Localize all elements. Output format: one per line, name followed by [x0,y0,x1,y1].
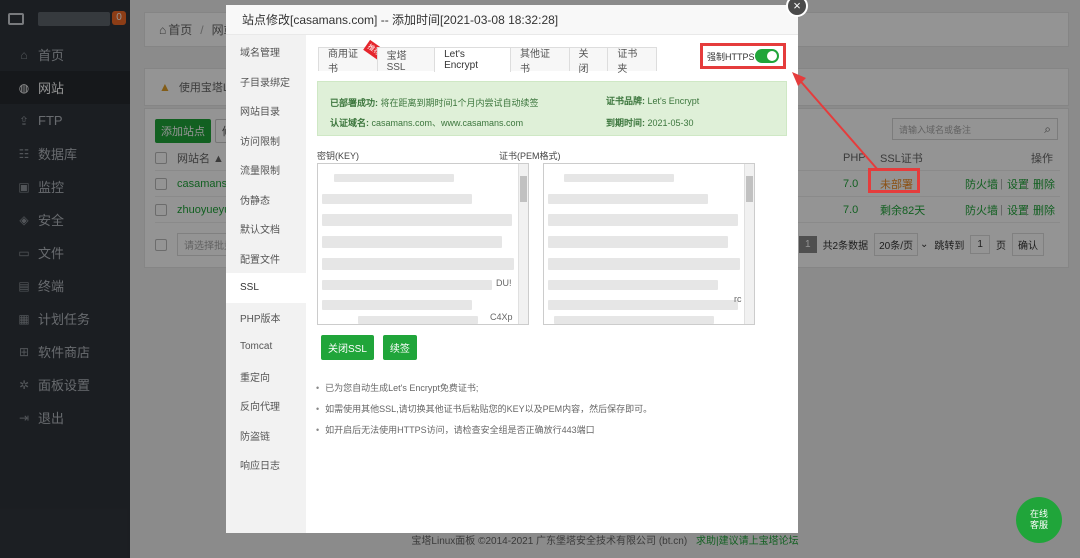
annotation-arrow [792,72,879,171]
online-support-button[interactable]: 在线 客服 [1016,497,1062,543]
chat-label-line2: 客服 [1029,520,1048,530]
chat-label-line1: 在线 [1029,509,1048,519]
